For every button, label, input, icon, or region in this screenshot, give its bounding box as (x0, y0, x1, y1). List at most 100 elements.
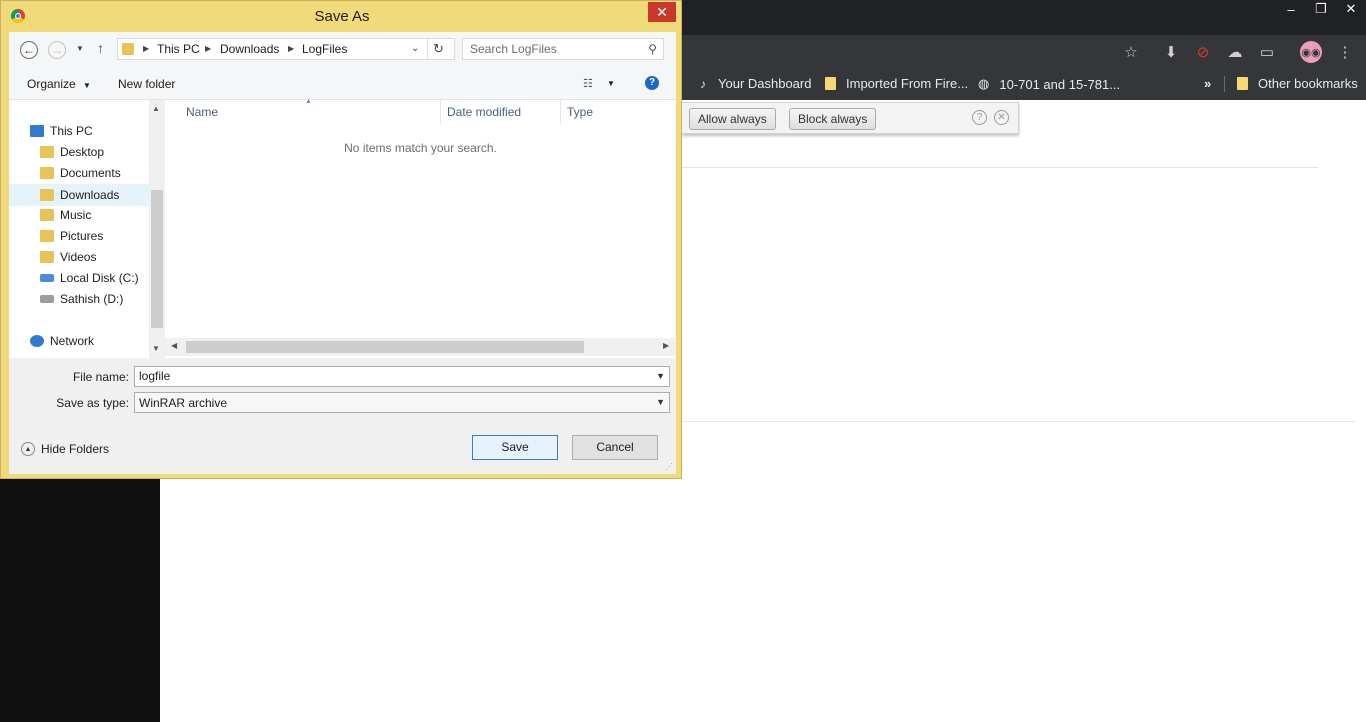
up-arrow-icon[interactable]: ↑ (97, 40, 104, 56)
column-header-date-modified[interactable]: Date modified (447, 105, 521, 119)
command-bar: Organize ▼ New folder ☷ ▼ ? (9, 68, 676, 100)
bookmark-label: 10-701 and 15-781... (999, 76, 1121, 92)
scroll-up-icon[interactable]: ▲ (152, 104, 160, 113)
save-type-value: WinRAR archive (139, 396, 228, 410)
refresh-icon[interactable]: ↻ (433, 41, 444, 57)
column-header-name[interactable]: Name (186, 105, 218, 119)
view-chevron-down-icon[interactable]: ▼ (607, 79, 615, 88)
dialog-title: Save As (314, 8, 370, 25)
sort-ascending-icon: ▲ (305, 98, 312, 105)
menu-kebab-icon[interactable]: ⋮ (1336, 43, 1354, 61)
restore-button[interactable]: ❐ (1306, 0, 1336, 18)
column-separator[interactable] (560, 100, 561, 124)
tree-item-videos[interactable]: Videos (9, 247, 149, 267)
column-separator[interactable] (440, 100, 441, 124)
resize-grip-icon[interactable]: ⋰ (665, 462, 673, 471)
bookmark-label: Your Dashboard (718, 76, 812, 91)
permission-infobar: Allow always Block always ? ✕ (682, 102, 1019, 134)
breadcrumb-separator-icon[interactable]: ▶ (205, 44, 211, 53)
column-header-type[interactable]: Type (567, 105, 593, 119)
search-input[interactable] (470, 42, 640, 56)
tree-item-label: Pictures (60, 229, 104, 243)
file-list-hscrollbar[interactable]: ◀ ▶ (165, 338, 676, 356)
save-button[interactable]: Save (472, 435, 558, 460)
file-list-pane: ▲ Name Date modified Type No items match… (165, 98, 676, 358)
tree-item-label: Videos (60, 250, 97, 264)
tree-item-documents[interactable]: Documents (9, 163, 149, 183)
tree-item-local-disk[interactable]: Local Disk (C:) (9, 268, 149, 288)
breadcrumb-downloads[interactable]: Downloads (220, 42, 279, 56)
search-icon[interactable]: ⚲ (648, 42, 657, 56)
bookmark-imported[interactable]: Imported From Fire... (825, 76, 968, 91)
folder-icon (40, 230, 54, 242)
navigation-scrollbar[interactable]: ▲ ▼ (149, 100, 165, 358)
address-bar[interactable]: ▶ This PC ▶ Downloads ▶ LogFiles ⌄ ↻ (117, 38, 455, 60)
bookmark-star-icon[interactable]: ☆ (1122, 43, 1140, 61)
chevron-up-icon: ▲ (21, 442, 35, 456)
address-dropdown-chevron-icon[interactable]: ⌄ (411, 43, 419, 54)
cast-icon[interactable]: ▭ (1258, 43, 1276, 61)
folder-icon (1237, 77, 1248, 90)
tree-item-sathish-d[interactable]: Sathish (D:) (9, 289, 149, 309)
scroll-thumb[interactable] (186, 341, 584, 353)
tree-item-label: Network (50, 334, 95, 348)
minimize-button[interactable]: – (1276, 0, 1306, 18)
scroll-thumb[interactable] (151, 190, 163, 328)
recent-locations-chevron-icon[interactable]: ▼ (76, 44, 84, 53)
folder-icon (40, 146, 54, 158)
tree-item-network[interactable]: Network (9, 331, 149, 351)
tree-item-downloads[interactable]: Downloads (9, 184, 151, 206)
save-as-type-select[interactable]: WinRAR archive ▼ (134, 392, 670, 413)
blocker-extension-icon[interactable]: ⊘ (1194, 43, 1212, 61)
breadcrumb-this-pc[interactable]: This PC (157, 42, 200, 56)
scroll-left-icon[interactable]: ◀ (171, 341, 177, 350)
hide-folders-button[interactable]: ▲ Hide Folders (21, 442, 109, 456)
tree-item-music[interactable]: Music (9, 205, 149, 225)
close-circle-icon[interactable]: ✕ (994, 110, 1009, 125)
tree-item-label: Sathish (D:) (60, 292, 124, 306)
scroll-down-icon[interactable]: ▼ (152, 344, 160, 353)
scroll-right-icon[interactable]: ▶ (663, 341, 669, 350)
navigation-row: ← → ▼ ↑ ▶ This PC ▶ Downloads ▶ LogFiles… (9, 32, 676, 68)
downloads-folder-icon (40, 189, 54, 201)
bookmark-10-701[interactable]: ◍ 10-701 and 15-781... (978, 76, 1120, 92)
tree-item-label: Music (60, 208, 92, 222)
back-arrow-icon[interactable]: ← (20, 41, 38, 59)
block-always-button[interactable]: Block always (789, 108, 877, 130)
new-folder-button[interactable]: New folder (118, 77, 175, 91)
this-pc-icon (30, 125, 44, 137)
breadcrumb-separator-icon[interactable]: ▶ (288, 44, 294, 53)
forward-arrow-icon[interactable]: → (48, 41, 66, 59)
bookmark-your-dashboard[interactable]: ♪ Your Dashboard (700, 76, 811, 91)
download-icon[interactable]: ⬇ (1162, 43, 1180, 61)
bookmarks-divider (1224, 76, 1225, 92)
window-close-button[interactable]: ✕ (1336, 0, 1366, 18)
globe-icon: ◍ (978, 76, 990, 91)
extension-icon[interactable]: ☁ (1226, 43, 1244, 61)
address-divider (427, 39, 428, 59)
bookmarks-overflow-button[interactable]: » (1204, 76, 1211, 91)
dialog-body: ← → ▼ ↑ ▶ This PC ▶ Downloads ▶ LogFiles… (9, 32, 676, 474)
profile-avatar-icon[interactable]: ◉◉ (1300, 41, 1322, 63)
allow-always-button[interactable]: Allow always (689, 108, 776, 130)
help-circle-icon[interactable]: ? (972, 110, 987, 125)
folder-icon (40, 209, 54, 221)
chevron-down-icon[interactable]: ▼ (656, 371, 665, 381)
tree-item-this-pc[interactable]: This PC (9, 121, 149, 141)
guitar-icon: ♪ (700, 76, 706, 91)
view-options-icon[interactable]: ☷ (583, 77, 593, 90)
navigation-pane: This PC Desktop Documents Downloads Musi… (9, 100, 165, 358)
help-icon[interactable]: ? (645, 76, 659, 90)
bookmark-label: Imported From Fire... (846, 76, 969, 91)
dialog-close-button[interactable]: ✕ (648, 2, 676, 22)
file-name-input[interactable] (139, 369, 639, 383)
organize-button[interactable]: Organize ▼ (27, 77, 91, 91)
tree-item-label: This PC (50, 124, 93, 138)
tree-item-pictures[interactable]: Pictures (9, 226, 149, 246)
tree-item-label: Local Disk (C:) (60, 271, 139, 285)
bookmark-other[interactable]: Other bookmarks (1237, 76, 1358, 91)
cancel-button[interactable]: Cancel (572, 435, 658, 460)
breadcrumb-logfiles[interactable]: LogFiles (302, 42, 347, 56)
tree-item-desktop[interactable]: Desktop (9, 142, 149, 162)
breadcrumb-separator-icon[interactable]: ▶ (143, 44, 149, 53)
